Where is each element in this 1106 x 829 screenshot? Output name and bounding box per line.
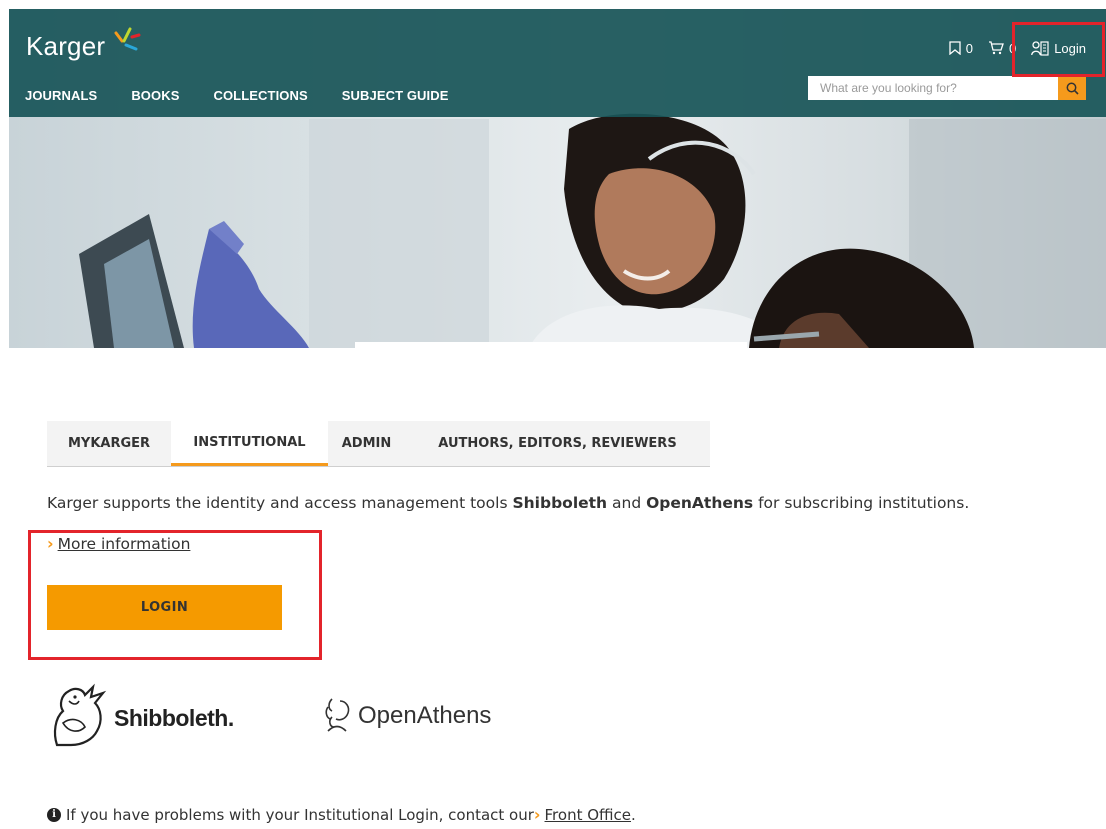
intro-openathens: OpenAthens — [646, 494, 754, 512]
shibboleth-logo-text: Shibboleth. — [114, 705, 234, 731]
main-nav: JOURNALS BOOKS COLLECTIONS SUBJECT GUIDE — [25, 88, 449, 103]
bookmark-icon — [949, 41, 961, 55]
identity-provider-logos: Shibboleth. OpenAthens — [49, 683, 569, 753]
search-input[interactable] — [808, 76, 1058, 100]
openathens-logo-text: OpenAthens — [358, 702, 492, 729]
info-icon: i — [47, 807, 61, 822]
cart-count: 0 — [1008, 40, 1017, 56]
help-note: i If you have problems with your Institu… — [47, 805, 636, 824]
tab-authors-editors-reviewers[interactable]: AUTHORS, EDITORS, REVIEWERS — [405, 421, 710, 466]
login-link[interactable]: Login — [1031, 40, 1086, 56]
institutional-intro: Karger supports the identity and access … — [47, 494, 969, 512]
intro-shibboleth: Shibboleth — [512, 494, 608, 512]
bookmarks-button[interactable]: 0 — [949, 41, 973, 56]
shibboleth-logo-icon — [53, 683, 107, 747]
cart-button[interactable]: 0 — [988, 41, 1016, 56]
more-information-link[interactable]: › More information — [47, 534, 190, 553]
tab-label: ADMIN — [341, 436, 392, 451]
openathens-logo-icon — [325, 698, 350, 732]
header-bar: Karger JOURNALS BOOKS COLLECTIONS SUBJEC… — [9, 9, 1106, 117]
tab-institutional[interactable]: INSTITUTIONAL — [171, 421, 328, 466]
intro-text: for subscribing institutions. — [753, 494, 970, 512]
karger-logo[interactable]: Karger — [26, 27, 141, 67]
tab-mykarger[interactable]: MYKARGER — [47, 421, 171, 466]
hero-strip — [355, 342, 747, 348]
nav-subject-guide[interactable]: SUBJECT GUIDE — [342, 88, 449, 103]
tab-label: AUTHORS, EDITORS, REVIEWERS — [438, 436, 677, 451]
intro-text: Karger supports the identity and access … — [47, 494, 513, 512]
cart-icon — [988, 41, 1004, 55]
intro-text: and — [607, 494, 647, 512]
search-button[interactable] — [1058, 76, 1086, 100]
nav-books[interactable]: BOOKS — [131, 88, 179, 103]
logo-text: Karger — [26, 31, 106, 61]
front-office-link[interactable]: Front Office — [545, 806, 632, 824]
search-icon — [1066, 82, 1079, 95]
logo-mark-icon — [114, 27, 141, 51]
chevron-right-icon: › — [533, 805, 541, 824]
institutional-login-button[interactable]: LOGIN — [47, 585, 282, 630]
help-text: If you have problems with your Instituti… — [66, 805, 534, 824]
login-link-label: Login — [1054, 40, 1086, 56]
help-text-end: . — [631, 805, 636, 824]
more-information-label: More information — [57, 534, 191, 553]
tab-admin[interactable]: ADMIN — [328, 421, 405, 466]
utility-nav: 0 0 Login — [949, 40, 1086, 56]
login-tabs: MYKARGER INSTITUTIONAL ADMIN AUTHORS, ED… — [47, 421, 710, 467]
nav-journals[interactable]: JOURNALS — [25, 88, 97, 103]
nav-collections[interactable]: COLLECTIONS — [213, 88, 307, 103]
user-institution-icon — [1031, 41, 1049, 56]
chevron-right-icon: › — [47, 534, 54, 553]
search-box — [808, 76, 1086, 100]
tab-label: INSTITUTIONAL — [193, 434, 306, 450]
bookmarks-count: 0 — [965, 40, 973, 56]
tab-label: MYKARGER — [67, 436, 151, 451]
hero-banner: Karger JOURNALS BOOKS COLLECTIONS SUBJEC… — [9, 9, 1106, 348]
